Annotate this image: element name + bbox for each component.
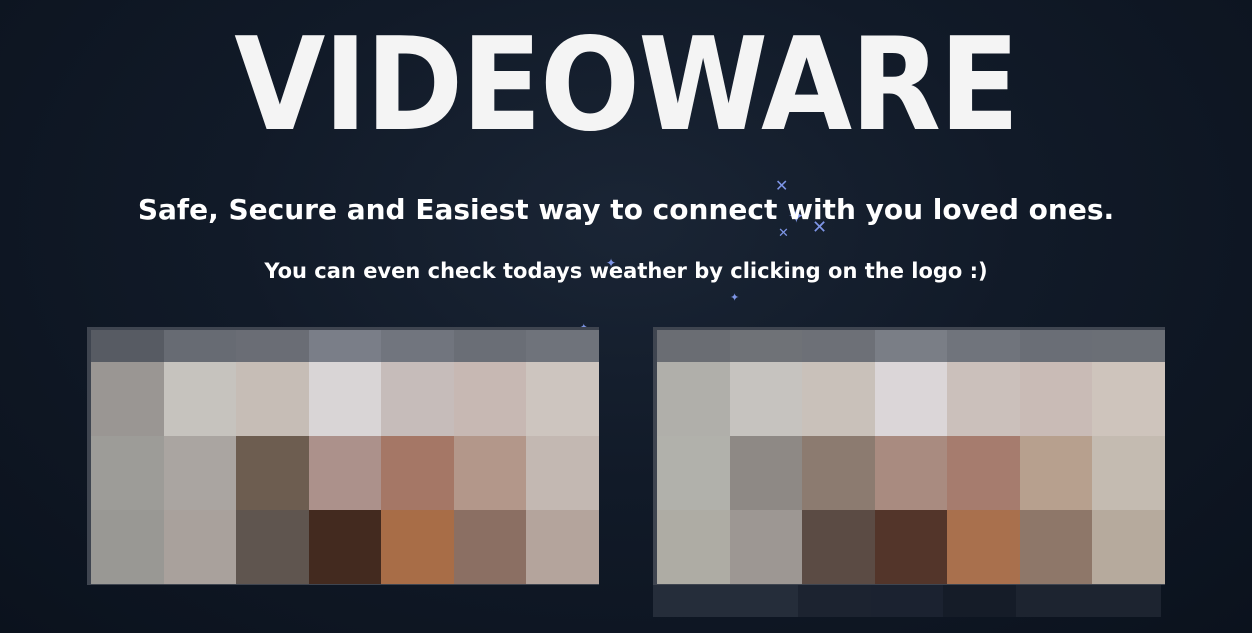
video-pixel-tile: [729, 362, 802, 436]
video-pixel-tile: [163, 330, 236, 362]
video-pixel-tile: [381, 330, 454, 362]
video-pixel-tile: [802, 436, 875, 510]
video-pixel-tile: [657, 362, 730, 436]
video-pixel-tile: [91, 362, 164, 436]
video-pixel-tile: [725, 585, 798, 617]
video-pixel-tile: [453, 330, 526, 362]
video-pixel-tile: [453, 436, 526, 510]
video-pixel-tile: [91, 436, 164, 510]
video-pixel-tile: [874, 436, 947, 510]
video-pixel-tile: [91, 510, 164, 584]
video-pixel-tile: [381, 362, 454, 436]
remote-video-panel[interactable]: [653, 327, 1165, 585]
video-pixel-tile: [947, 362, 1020, 436]
video-pixel-tile: [874, 330, 947, 362]
video-pixel-tile: [163, 510, 236, 584]
video-pixel-tile: [802, 362, 875, 436]
video-pixel-tile: [236, 362, 309, 436]
video-pixel-tile: [729, 510, 802, 584]
video-pixel-tile: [1019, 436, 1092, 510]
video-pixel-tile: [657, 436, 730, 510]
video-pixel-tile: [308, 510, 381, 584]
video-pixel-tile: [1092, 436, 1165, 510]
video-pixel-tile: [526, 330, 599, 362]
video-pixel-tile: [526, 436, 599, 510]
video-pixel-tile: [236, 436, 309, 510]
weather-hint: You can even check todays weather by cli…: [264, 259, 988, 283]
local-video-panel[interactable]: [87, 327, 599, 585]
video-pixel-tile: [1092, 362, 1165, 436]
video-pixel-tile: [657, 330, 730, 362]
video-pixel-tile: [729, 436, 802, 510]
video-pixel-tile: [1092, 330, 1165, 362]
video-pixel-tile: [1088, 585, 1161, 617]
sparkle-icon: ✦: [730, 291, 740, 304]
video-pixel-tile: [729, 330, 802, 362]
video-pixel-tile: [308, 436, 381, 510]
video-pixel-tile: [870, 585, 943, 617]
video-pixel-tile: [943, 585, 1016, 617]
video-pixel-tile: [526, 510, 599, 584]
video-pixel-tile: [874, 510, 947, 584]
video-pixel-tile: [947, 330, 1020, 362]
video-pixel-tile: [1019, 362, 1092, 436]
video-pixel-tile: [1015, 585, 1088, 617]
video-pixel-tile: [802, 510, 875, 584]
video-pixel-tile: [657, 510, 730, 584]
video-pixel-tile: [453, 510, 526, 584]
video-pixel-tile: [163, 436, 236, 510]
video-pixel-tile: [381, 510, 454, 584]
video-pixel-tile: [163, 362, 236, 436]
video-pixel-tile: [236, 510, 309, 584]
video-pixel-tile: [526, 362, 599, 436]
videoware-logo[interactable]: VideoWare: [50, 6, 1202, 166]
tagline: Safe, Secure and Easiest way to connect …: [137, 193, 1115, 226]
video-pixel-tile: [653, 585, 726, 617]
video-pixel-tile: [1092, 510, 1165, 584]
video-pixel-tile: [453, 362, 526, 436]
local-video-feed: [91, 330, 599, 584]
video-pixel-tile: [91, 330, 164, 362]
remote-video-overflow: [653, 585, 1165, 617]
video-pixel-tile: [1019, 510, 1092, 584]
video-pixel-tile: [802, 330, 875, 362]
video-pixel-tile: [236, 330, 309, 362]
video-pixel-tile: [308, 362, 381, 436]
video-pixel-tile: [381, 436, 454, 510]
remote-video-feed: [657, 330, 1165, 584]
video-pixel-tile: [947, 510, 1020, 584]
video-pixel-tile: [798, 585, 871, 617]
video-pixel-tile: [947, 436, 1020, 510]
video-pixel-tile: [308, 330, 381, 362]
video-pixel-tile: [874, 362, 947, 436]
video-pixel-tile: [1019, 330, 1092, 362]
